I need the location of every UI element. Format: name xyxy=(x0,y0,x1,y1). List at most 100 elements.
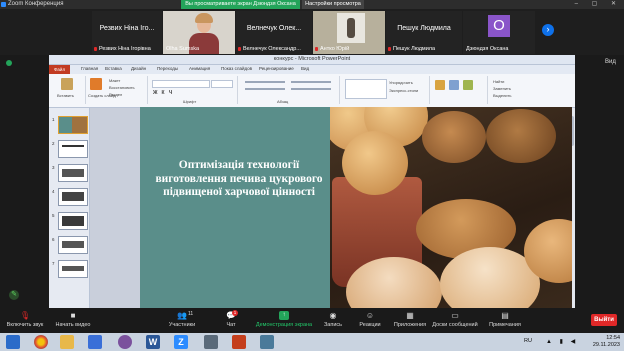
participant-tile[interactable]: Резвих Ніна Іго... Резвих Ніна Ігорівна xyxy=(92,11,162,54)
tab-transitions[interactable]: Переходы xyxy=(157,66,178,71)
unmute-button[interactable]: 🎙 Включить звук xyxy=(4,311,46,328)
slide-title: Оптимізація технології виготовлення печи… xyxy=(155,159,323,198)
current-slide[interactable]: Оптимізація технології виготовлення печи… xyxy=(140,107,572,308)
window-controls[interactable]: – ▢ ✕ xyxy=(575,0,622,9)
view-menu-label[interactable]: Вид xyxy=(605,59,616,65)
next-page-button[interactable]: › xyxy=(542,24,554,36)
tab-home[interactable]: Главная xyxy=(81,66,98,71)
slide-thumbnail[interactable]: 2 xyxy=(52,140,88,158)
whiteboards-label: Доски сообщений xyxy=(432,322,478,328)
participant-tile[interactable]: Olha Sumska xyxy=(163,11,235,54)
language-indicator[interactable]: RU xyxy=(524,338,532,344)
start-icon[interactable] xyxy=(6,335,20,349)
drawing-group: Упорядочить Экспресс-стили xyxy=(341,76,430,104)
layout-label[interactable]: Макет xyxy=(109,78,120,83)
shape-outline-icon[interactable] xyxy=(449,80,459,90)
find-label[interactable]: Найти xyxy=(493,79,504,84)
quick-styles-label[interactable]: Экспресс-стили xyxy=(389,88,418,93)
participant-display-name: Пешук Людмила xyxy=(397,25,451,32)
muted-mic-icon xyxy=(238,47,241,51)
align-text-control[interactable] xyxy=(291,88,331,90)
slide-thumbnail[interactable]: 3 xyxy=(52,164,88,182)
tab-slideshow[interactable]: Показ слайдов xyxy=(221,66,252,71)
participant-tile[interactable]: Антко Юрій xyxy=(313,11,385,54)
viber-icon[interactable] xyxy=(118,335,132,349)
slide-thumbnail[interactable]: 1 xyxy=(52,116,88,134)
shapes-gallery[interactable] xyxy=(345,79,387,99)
app-icon[interactable] xyxy=(204,335,218,349)
thumb-content xyxy=(62,266,84,271)
reactions-icon: ☺ xyxy=(365,311,375,320)
reset-label[interactable]: Восстановить xyxy=(109,85,135,90)
font-name-box[interactable] xyxy=(152,80,210,88)
align-control[interactable] xyxy=(245,88,285,90)
slide-thumbnail[interactable]: 5 xyxy=(52,212,88,230)
tab-file[interactable]: Файл xyxy=(49,65,71,74)
replace-label[interactable]: Заменить xyxy=(493,86,511,91)
tray-icons[interactable]: ▲ ▮ ◀ xyxy=(546,338,578,345)
screen-share-banner: Вы просматриваете экран Дзюндзя Оксана xyxy=(181,0,300,9)
leave-meeting-button[interactable]: Выйти xyxy=(591,314,617,326)
word-icon[interactable]: W xyxy=(146,335,160,349)
view-options-button[interactable]: Настройки просмотра xyxy=(302,0,364,9)
chat-label: Чат xyxy=(226,322,236,328)
reactions-button[interactable]: ☺ Реакции xyxy=(356,311,384,328)
chrome-icon[interactable] xyxy=(34,335,48,349)
shape-effects-icon[interactable] xyxy=(463,80,473,90)
zoom-icon[interactable]: Z xyxy=(174,335,188,349)
start-video-button[interactable]: ■ Начать видео xyxy=(54,311,92,328)
zoom-logo-icon xyxy=(1,2,6,7)
app-icon[interactable] xyxy=(260,335,274,349)
notes-button[interactable]: ▤ Примечания xyxy=(486,311,524,328)
ribbon-tabs: Файл Главная Вставка Дизайн Переходы Ани… xyxy=(49,65,575,74)
font-style-buttons[interactable]: ЖКЧ xyxy=(153,90,176,96)
slide-thumbnail[interactable]: 6 xyxy=(52,236,88,254)
chat-button[interactable]: 💬 1 Чат xyxy=(220,310,242,328)
annotate-pen-icon[interactable]: ✎ xyxy=(9,290,19,300)
apps-button[interactable]: ▦ Приложения xyxy=(390,311,430,328)
system-clock[interactable]: 12:54 29.11.2023 xyxy=(593,335,620,349)
font-size-box[interactable] xyxy=(211,80,233,88)
record-button[interactable]: ◉ Запись xyxy=(320,311,346,328)
participants-count: 11 xyxy=(188,311,194,317)
tab-design[interactable]: Дизайн xyxy=(131,66,146,71)
shield-icon[interactable] xyxy=(6,60,12,66)
slide-thumbnail[interactable]: 7 xyxy=(52,260,88,278)
reactions-label: Реакции xyxy=(359,322,381,328)
select-label[interactable]: Выделить xyxy=(493,93,511,98)
thumb-content xyxy=(62,169,84,177)
participant-name: Olha Sumska xyxy=(166,46,200,52)
new-slide-icon[interactable] xyxy=(90,78,102,90)
slides-group: Создать слайд Макет Восстановить Раздел xyxy=(87,76,148,104)
participant-tile[interactable]: О Дзюндзя Оксана xyxy=(463,11,535,54)
muted-mic-icon xyxy=(315,47,318,51)
text-direction-control[interactable] xyxy=(291,81,331,83)
font-group: ЖКЧ Шрифт xyxy=(149,76,238,104)
whiteboards-button[interactable]: ▭ Доски сообщений xyxy=(430,311,480,328)
shape-fill-icon[interactable] xyxy=(435,80,445,90)
record-icon: ◉ xyxy=(329,311,337,320)
share-screen-button[interactable]: ↑ Демонстрация экрана xyxy=(252,311,316,328)
slide-thumbnail[interactable]: 4 xyxy=(52,188,88,206)
tab-review[interactable]: Рецензирование xyxy=(259,66,294,71)
tab-insert[interactable]: Вставка xyxy=(105,66,122,71)
participant-tile[interactable]: Пешук Людмила Пешук Людмила xyxy=(386,11,462,54)
apps-icon: ▦ xyxy=(406,311,414,320)
cookies-photo xyxy=(330,107,572,308)
bullets-control[interactable] xyxy=(245,81,285,83)
arrange-label[interactable]: Упорядочить xyxy=(389,80,413,85)
powerpoint-icon[interactable] xyxy=(232,335,246,349)
paste-icon[interactable] xyxy=(61,78,73,90)
cookie xyxy=(342,131,408,195)
participants-button[interactable]: 👥 11 Участники xyxy=(164,311,200,328)
app-icon[interactable] xyxy=(88,335,102,349)
thumbnail-number: 5 xyxy=(52,213,55,218)
participant-tile[interactable]: Велнечук Олек... Велнечук Олександр... xyxy=(236,11,312,54)
file-explorer-icon[interactable] xyxy=(60,335,74,349)
tab-view[interactable]: Вид xyxy=(301,66,309,71)
ribbon: Вставить Создать слайд Макет Восстановит… xyxy=(49,74,575,108)
shared-screen: конкурс - Microsoft PowerPoint Файл Глав… xyxy=(49,55,575,308)
section-label[interactable]: Раздел xyxy=(109,92,122,97)
tab-animation[interactable]: Анимация xyxy=(189,66,210,71)
windows-taskbar: W Z RU ▲ ▮ ◀ 12:54 29.11.2023 xyxy=(0,333,624,351)
